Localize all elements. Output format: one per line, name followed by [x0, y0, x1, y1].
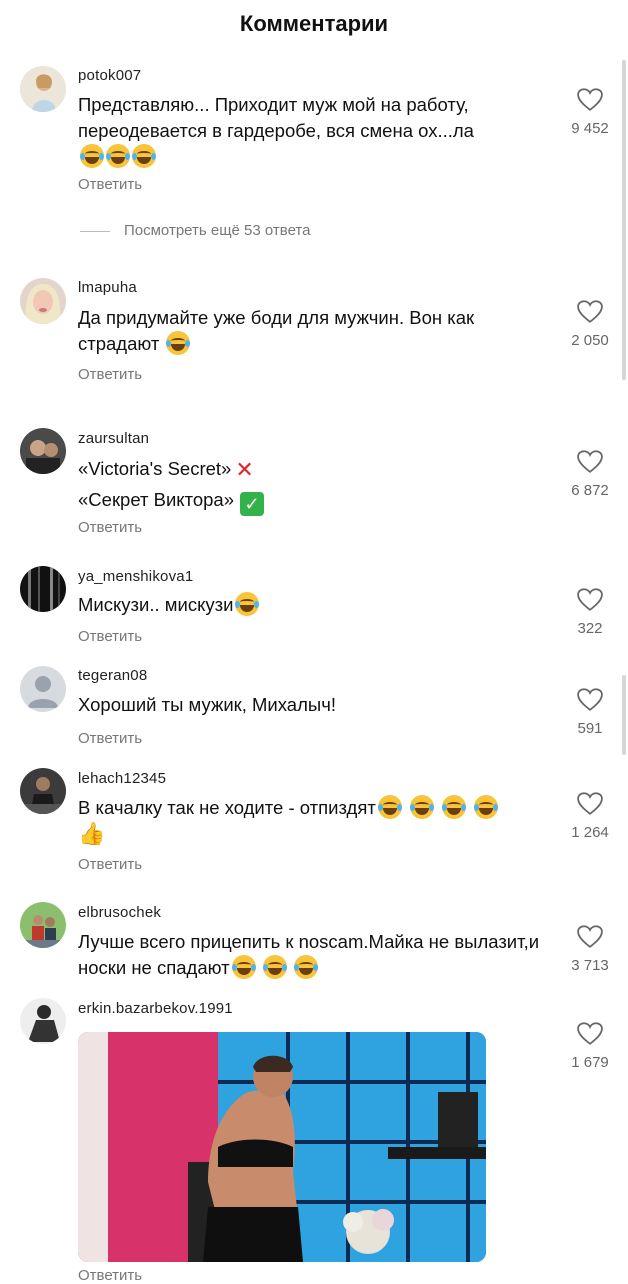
reply-button[interactable]: Ответить — [78, 366, 142, 383]
like-count: 3 713 — [571, 957, 609, 974]
like-count: 6 872 — [571, 482, 609, 499]
heart-outline-icon[interactable] — [577, 300, 603, 323]
thumbs-up-icon: 👍 — [78, 821, 106, 846]
avatar[interactable] — [20, 666, 66, 712]
reply-button[interactable]: Ответить — [78, 519, 142, 536]
laugh-emoji-icon — [235, 592, 260, 616]
like-count: 1 679 — [571, 1054, 609, 1071]
avatar[interactable] — [20, 998, 66, 1044]
username[interactable]: lehach12345 — [78, 770, 166, 787]
like-count: 2 050 — [571, 332, 609, 349]
username[interactable]: elbrusochek — [78, 904, 161, 921]
laugh-emoji-icon — [231, 955, 256, 979]
scrollbar-lower[interactable] — [622, 675, 626, 755]
comment-text: В качалку так не ходите - отпиздят 👍 — [78, 795, 548, 848]
avatar[interactable] — [20, 278, 66, 324]
page-title: Комментарии — [239, 11, 389, 36]
laugh-emoji-icon — [473, 795, 498, 819]
comment-text: Лучше всего прицепить к noscam.Майка не … — [78, 931, 540, 979]
laugh-emoji-icon — [377, 795, 402, 819]
divider — [80, 230, 110, 232]
like-button[interactable]: 6 872 — [560, 450, 620, 499]
laugh-emoji-icon — [441, 795, 466, 819]
username[interactable]: potok007 — [78, 67, 141, 84]
username[interactable]: zaursultan — [78, 430, 149, 447]
laugh-emoji-icon — [132, 144, 156, 168]
username[interactable]: erkin.bazarbekov.1991 — [78, 1000, 233, 1017]
header: Комментарии — [0, 0, 628, 50]
heart-outline-icon[interactable] — [577, 588, 603, 611]
laugh-emoji-icon — [293, 955, 318, 979]
avatar[interactable] — [20, 768, 66, 814]
comment-text: Да придумайте уже боди для мужчин. Вон к… — [78, 307, 475, 355]
check-mark-icon: ✓ — [240, 492, 265, 516]
avatar[interactable] — [20, 66, 66, 112]
heart-outline-icon[interactable] — [577, 688, 603, 711]
like-button[interactable]: 1 679 — [560, 1022, 620, 1071]
like-count: 1 264 — [571, 824, 609, 841]
username[interactable]: ya_menshikova1 — [78, 568, 193, 585]
reply-button[interactable]: Ответить — [78, 730, 142, 747]
like-count: 591 — [577, 720, 603, 737]
like-button[interactable]: 2 050 — [560, 300, 620, 349]
laugh-emoji-icon — [262, 955, 287, 979]
reply-button[interactable]: Ответить — [78, 176, 142, 193]
heart-outline-icon[interactable] — [577, 925, 603, 948]
heart-outline-icon[interactable] — [577, 88, 603, 111]
comment-text: «Victoria's Secret» ✕ «Секрет Виктора» ✓ — [78, 454, 548, 516]
view-more-replies[interactable]: Посмотреть ещё 53 ответа — [80, 222, 310, 239]
avatar[interactable] — [20, 566, 66, 612]
cross-mark-icon: ✕ — [235, 457, 254, 482]
like-count: 9 452 — [571, 120, 609, 137]
like-button[interactable]: 3 713 — [560, 925, 620, 974]
reply-button[interactable]: Ответить — [78, 856, 142, 873]
heart-outline-icon[interactable] — [577, 792, 603, 815]
like-count: 322 — [577, 620, 603, 637]
username[interactable]: lmapuha — [78, 279, 137, 296]
reply-button[interactable]: Ответить — [78, 628, 142, 645]
username[interactable]: tegeran08 — [78, 667, 147, 684]
laugh-emoji-icon — [80, 144, 104, 168]
like-button[interactable]: 322 — [560, 588, 620, 637]
comment-text: Хороший ты мужик, Михалыч! — [78, 694, 336, 715]
avatar[interactable] — [20, 428, 66, 474]
avatar[interactable] — [20, 902, 66, 948]
heart-outline-icon[interactable] — [577, 1022, 603, 1045]
comment-text: Мискузи.. мискузи — [78, 592, 548, 618]
laugh-emoji-icon — [409, 795, 434, 819]
scrollbar[interactable] — [622, 60, 626, 380]
comment-image[interactable] — [78, 1032, 486, 1262]
laugh-emoji-icon — [106, 144, 130, 168]
comment-text: Представляю... Приходит муж мой на работ… — [78, 92, 548, 170]
like-button[interactable]: 591 — [560, 688, 620, 737]
heart-outline-icon[interactable] — [577, 450, 603, 473]
reply-button[interactable]: Ответить — [78, 1267, 142, 1284]
laugh-emoji-icon — [166, 331, 191, 355]
like-button[interactable]: 9 452 — [560, 88, 620, 137]
like-button[interactable]: 1 264 — [560, 792, 620, 841]
